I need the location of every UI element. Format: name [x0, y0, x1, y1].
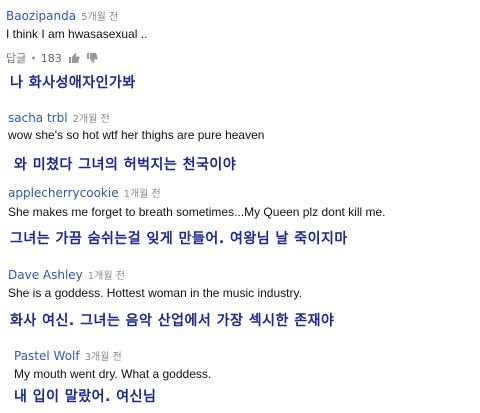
author-name[interactable]: sacha trbl — [8, 111, 68, 125]
korean-translation: 그녀는 가끔 숨쉬는걸 잊게 만들어. 여왕님 날 죽이지마 — [10, 231, 348, 247]
comment-time[interactable]: 1개월 전 — [88, 271, 125, 282]
comment-header: Dave Ashley 1개월 전 — [8, 264, 125, 283]
like-count: 183 — [40, 51, 62, 65]
author-name[interactable]: Dave Ashley — [8, 268, 83, 282]
thumb-up-icon[interactable] — [68, 52, 80, 64]
comment-text: She makes me forget to breath sometimes.… — [8, 205, 386, 219]
comment-header: Pastel Wolf 3개월 전 — [14, 345, 122, 364]
comment-header: applecherrycookie 1개월 전 — [8, 182, 161, 201]
korean-translation: 와 미쳤다 그녀의 허벅지는 천국이야 — [14, 157, 237, 173]
author-name[interactable]: Pastel Wolf — [14, 349, 80, 363]
korean-translation: 나 화사성애자인가봐 — [10, 75, 136, 91]
comment-header: Baozipanda 5개월 전 — [6, 5, 118, 24]
comment-time[interactable]: 2개월 전 — [73, 114, 110, 125]
comment-actions: 답글 • 183 — [6, 50, 104, 66]
korean-translation: 내 입이 말랐어. 여신님 — [14, 389, 157, 405]
korean-translation: 화사 여신. 그녀는 음악 산업에서 가장 섹시한 존재야 — [10, 313, 335, 329]
separator-dot: • — [30, 51, 37, 65]
comment-time[interactable]: 5개월 전 — [81, 12, 118, 23]
comment-header: sacha trbl 2개월 전 — [8, 107, 110, 126]
comment-time[interactable]: 3개월 전 — [85, 352, 122, 363]
comment-text: I think I am hwasasexual .. — [6, 27, 148, 41]
author-name[interactable]: applecherrycookie — [8, 186, 119, 200]
comment-time[interactable]: 1개월 전 — [124, 189, 161, 200]
comment-text: My mouth went dry. What a goddess. — [14, 367, 212, 381]
reply-button[interactable]: 답글 — [6, 50, 26, 66]
comment-text: wow she's so hot wtf her thighs are pure… — [8, 128, 265, 142]
thumb-down-icon[interactable] — [86, 52, 98, 64]
comment-text: She is a goddess. Hottest woman in the m… — [8, 286, 302, 300]
author-name[interactable]: Baozipanda — [6, 9, 76, 23]
